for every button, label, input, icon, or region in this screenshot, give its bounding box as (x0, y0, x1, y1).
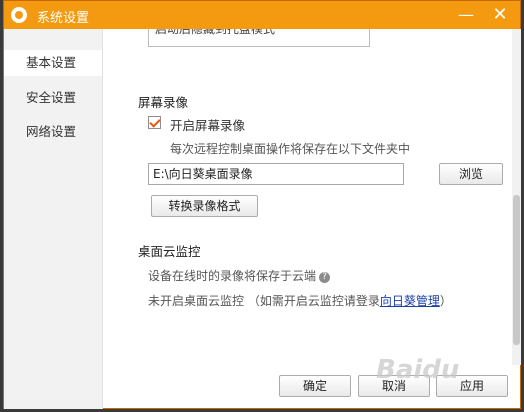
sunlogin-logo-icon (11, 7, 27, 23)
desktop-cloud-title: 桌面云监控 (138, 244, 201, 259)
convert-format-button[interactable]: 转换录像格式 (151, 195, 258, 217)
title-bar[interactable]: 系统设置 — ✕ (4, 1, 520, 29)
browse-button[interactable]: 浏览 (439, 163, 503, 185)
cloud-save-note-text: 设备在线时的录像将保存于云端 (148, 269, 317, 283)
cloud-save-note: 设备在线时的录像将保存于云端? (148, 267, 331, 284)
content-scrollbar[interactable] (512, 29, 521, 365)
settings-sidebar: 基本设置 安全设置 网络设置 (4, 29, 103, 409)
enable-recording-checkbox[interactable] (148, 116, 161, 129)
cloud-status-prefix: 未开启桌面云监控 （如需开启云监控请登录 (148, 294, 380, 308)
clipped-option-text: 启动后隐藏到托盘模式 (155, 29, 276, 36)
recording-description: 每次远程控制桌面操作将保存在以下文件夹中 (170, 142, 411, 156)
cancel-button[interactable]: 取消 (358, 375, 430, 397)
settings-window: 系统设置 — ✕ 基本设置 安全设置 网络设置 启动后隐藏到托盘模式 屏幕录像 … (3, 0, 521, 409)
scrollbar-thumb[interactable] (513, 195, 520, 345)
settings-content: 启动后隐藏到托盘模式 屏幕录像 开启屏幕录像 每次远程控制桌面操作将保存在以下文… (102, 29, 512, 365)
sidebar-item-network[interactable]: 网络设置 (4, 119, 102, 145)
cloud-status-suffix: ） (439, 294, 452, 308)
sunlogin-manage-link[interactable]: 向日葵管理 (380, 294, 440, 308)
minimize-button[interactable]: — (452, 3, 480, 27)
help-icon[interactable]: ? (319, 272, 331, 283)
recording-path-input[interactable]: E:\向日葵桌面录像 (148, 163, 404, 185)
screen-recording-title: 屏幕录像 (138, 95, 189, 110)
cloud-status: 未开启桌面云监控 （如需开启云监控请登录向日葵管理） (148, 292, 452, 309)
sidebar-item-basic[interactable]: 基本设置 (4, 50, 102, 76)
close-button[interactable]: ✕ (486, 3, 514, 27)
sidebar-item-security[interactable]: 安全设置 (4, 85, 102, 111)
window-title: 系统设置 (37, 11, 90, 26)
ok-button[interactable]: 确定 (279, 375, 351, 397)
clipped-option-field[interactable]: 启动后隐藏到托盘模式 (148, 29, 370, 47)
apply-button[interactable]: 应用 (436, 375, 508, 397)
enable-recording-label: 开启屏幕录像 (170, 118, 246, 133)
